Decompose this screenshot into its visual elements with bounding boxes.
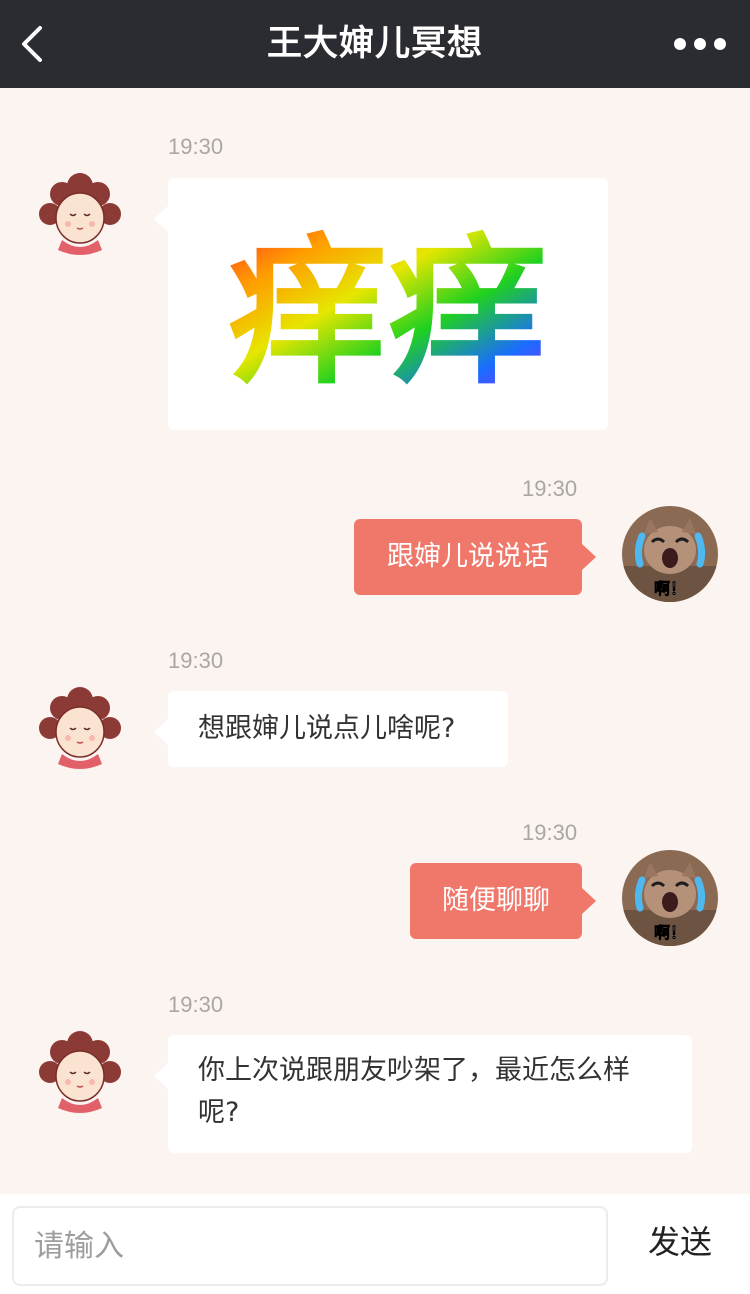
bot-avatar[interactable]: [32, 1026, 128, 1122]
page-title: 王大婶儿冥想: [266, 24, 483, 64]
bot-avatar[interactable]: [32, 682, 128, 778]
message-timestamp: 19:30: [522, 476, 578, 501]
message-input[interactable]: [12, 1206, 608, 1286]
message-timestamp: 19:30: [522, 820, 578, 845]
user-avatar[interactable]: 啊！: [622, 850, 718, 946]
svg-text:啊！: 啊！: [654, 923, 686, 942]
bot-message-bubble[interactable]: 你上次说跟朋友吵架了，最近怎么样呢?: [154, 1035, 692, 1153]
user-message-bubble[interactable]: 随便聊聊: [410, 863, 596, 939]
svg-text:啊！: 啊！: [654, 579, 686, 598]
user-message-bubble[interactable]: 跟婶儿说说话: [354, 519, 596, 595]
user-avatar[interactable]: 啊！: [622, 506, 718, 602]
message-timestamp: 19:30: [168, 648, 224, 673]
image-bubble[interactable]: 痒痒: [154, 178, 608, 430]
bot-avatar[interactable]: [32, 168, 128, 264]
message-timestamp: 19:30: [168, 134, 224, 159]
svg-text:痒痒: 痒痒: [228, 219, 548, 406]
message-timestamp: 19:30: [168, 992, 224, 1017]
more-dots-icon: [674, 38, 726, 50]
sticker-image: 痒痒: [228, 219, 548, 406]
input-bar: 发送: [0, 1194, 750, 1294]
top-bar: 王大婶儿冥想: [0, 0, 750, 88]
send-button[interactable]: 发送: [630, 1206, 730, 1278]
bot-message-bubble[interactable]: 想跟婶儿说点儿啥呢?: [154, 691, 508, 767]
more-button[interactable]: [672, 30, 728, 58]
chat-area[interactable]: 19:30 痒痒 19:30 跟婶儿说说话 啊！ 19:30 想跟婶儿说点儿啥呢…: [0, 88, 750, 1194]
